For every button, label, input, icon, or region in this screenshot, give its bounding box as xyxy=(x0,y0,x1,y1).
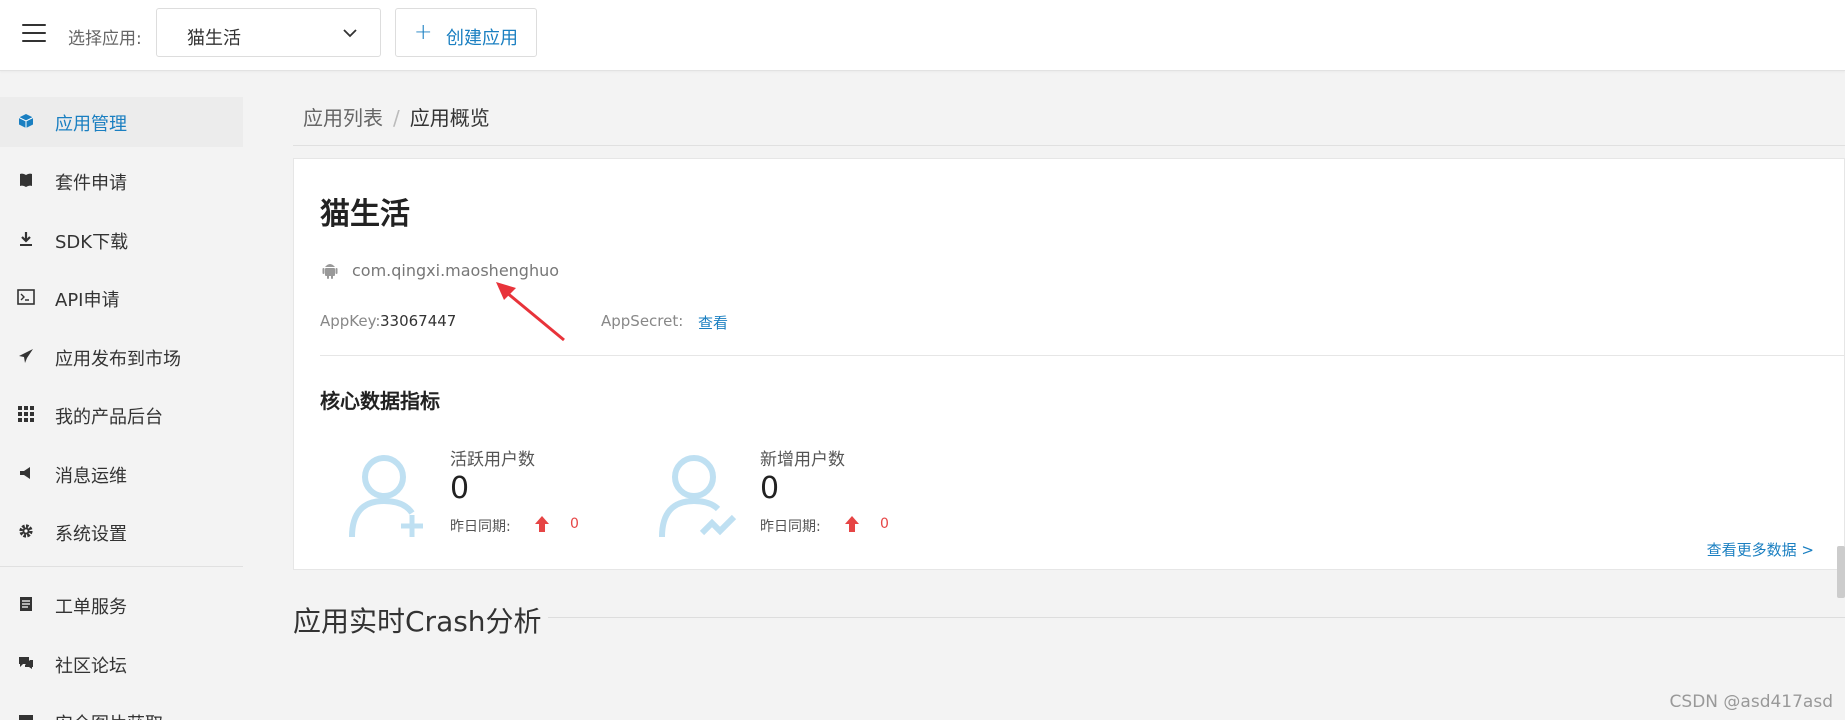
view-appsecret-link[interactable]: 查看 xyxy=(698,312,728,333)
sidebar-item-product-backend[interactable]: 我的产品后台 xyxy=(0,390,243,440)
create-app-button[interactable]: + 创建应用 xyxy=(395,8,537,57)
sidebar-item-work-orders[interactable]: 工单服务 xyxy=(0,580,243,630)
up-arrow-icon xyxy=(845,516,859,532)
core-metrics-title: 核心数据指标 xyxy=(320,389,440,413)
breadcrumb-divider xyxy=(293,145,1845,146)
sidebar-item-community[interactable]: 社区论坛 xyxy=(0,639,243,689)
sidebar-item-label: 社区论坛 xyxy=(55,656,127,677)
appkey-value: 33067447 xyxy=(380,312,457,330)
new-users-label: 新增用户数 xyxy=(760,450,845,470)
sidebar-item-publish-market[interactable]: 应用发布到市场 xyxy=(0,332,243,382)
crash-section-title: 应用实时Crash分析 xyxy=(293,600,548,640)
sidebar-item-message-ops[interactable]: 消息运维 xyxy=(0,449,243,499)
appkey-label: AppKey: xyxy=(320,312,381,330)
sidebar-item-api-apply[interactable]: API申请 xyxy=(0,273,243,323)
terminal-icon xyxy=(16,287,36,307)
top-bar: 选择应用: 猫生活 + 创建应用 xyxy=(0,0,1845,71)
sidebar-item-suite-apply[interactable]: 套件申请 xyxy=(0,156,243,206)
new-users-compare-value: 0 xyxy=(880,516,889,532)
hamburger-icon[interactable] xyxy=(22,24,46,44)
sidebar-item-secure-image[interactable]: 安全图片获取 xyxy=(0,697,243,720)
document-icon xyxy=(16,594,36,614)
breadcrumb-current: 应用概览 xyxy=(409,106,490,130)
grid-icon xyxy=(16,404,36,424)
download-icon xyxy=(16,229,36,249)
selected-app: 猫生活 xyxy=(187,28,241,49)
sidebar-item-app-management[interactable]: 应用管理 xyxy=(0,97,243,147)
megaphone-icon xyxy=(16,463,36,483)
active-users-label: 活跃用户数 xyxy=(450,450,535,470)
sidebar-item-label: API申请 xyxy=(55,290,120,311)
sidebar-item-label: 消息运维 xyxy=(55,466,127,487)
sidebar-item-label: 套件申请 xyxy=(55,173,127,194)
sidebar-item-label: SDK下载 xyxy=(55,232,129,253)
sidebar-item-label: 我的产品后台 xyxy=(55,407,163,428)
image-icon xyxy=(16,711,36,720)
annotation-arrow xyxy=(496,282,565,342)
android-icon xyxy=(322,264,338,279)
user-add-icon xyxy=(349,455,423,538)
chevron-down-icon xyxy=(343,29,357,38)
plus-icon: + xyxy=(414,20,433,45)
app-overview-card: 猫生活 com.qingxi.maoshenghuo AppKey: 33067… xyxy=(293,158,1845,570)
sidebar-item-label: 应用发布到市场 xyxy=(55,349,181,370)
active-users-compare-value: 0 xyxy=(570,516,579,532)
appsecret-label: AppSecret: xyxy=(601,312,684,330)
sidebar-item-label: 应用管理 xyxy=(55,114,127,135)
new-users-value: 0 xyxy=(760,471,780,506)
up-arrow-icon xyxy=(535,516,549,532)
breadcrumb-app-list[interactable]: 应用列表 xyxy=(303,106,383,130)
active-users-value: 0 xyxy=(450,471,470,506)
user-trend-icon xyxy=(659,455,737,538)
sidebar-item-sdk-download[interactable]: SDK下载 xyxy=(0,215,243,265)
sidebar: 应用管理 套件申请 SDK下载 API申请 应用发布到市场 我的产品后台 消息运… xyxy=(0,72,243,720)
breadcrumb: 应用列表 / 应用概览 xyxy=(303,102,490,131)
sidebar-item-label: 系统设置 xyxy=(55,524,127,545)
select-app-label: 选择应用: xyxy=(68,29,142,49)
app-title: 猫生活 xyxy=(320,197,410,232)
sidebar-item-label: 工单服务 xyxy=(55,597,127,618)
card-divider xyxy=(320,355,1845,356)
paper-plane-icon xyxy=(16,346,36,366)
gear-icon xyxy=(16,521,36,541)
sidebar-item-label: 安全图片获取 xyxy=(55,710,163,720)
active-users-compare-label: 昨日同期: xyxy=(450,519,511,535)
watermark: CSDN @asd417asd xyxy=(1669,692,1833,712)
app-select-dropdown[interactable]: 猫生活 xyxy=(156,8,381,57)
view-more-data-link[interactable]: 查看更多数据 > xyxy=(1707,539,1814,560)
new-users-compare-label: 昨日同期: xyxy=(760,519,821,535)
sidebar-item-system-settings[interactable]: 系统设置 xyxy=(0,507,243,557)
scrollbar-thumb[interactable] xyxy=(1837,546,1845,598)
create-app-label: 创建应用 xyxy=(446,28,518,49)
chat-icon xyxy=(16,653,36,673)
cube-icon xyxy=(16,111,36,131)
breadcrumb-separator: / xyxy=(393,106,400,130)
sidebar-divider xyxy=(0,566,243,567)
book-icon xyxy=(16,170,36,190)
